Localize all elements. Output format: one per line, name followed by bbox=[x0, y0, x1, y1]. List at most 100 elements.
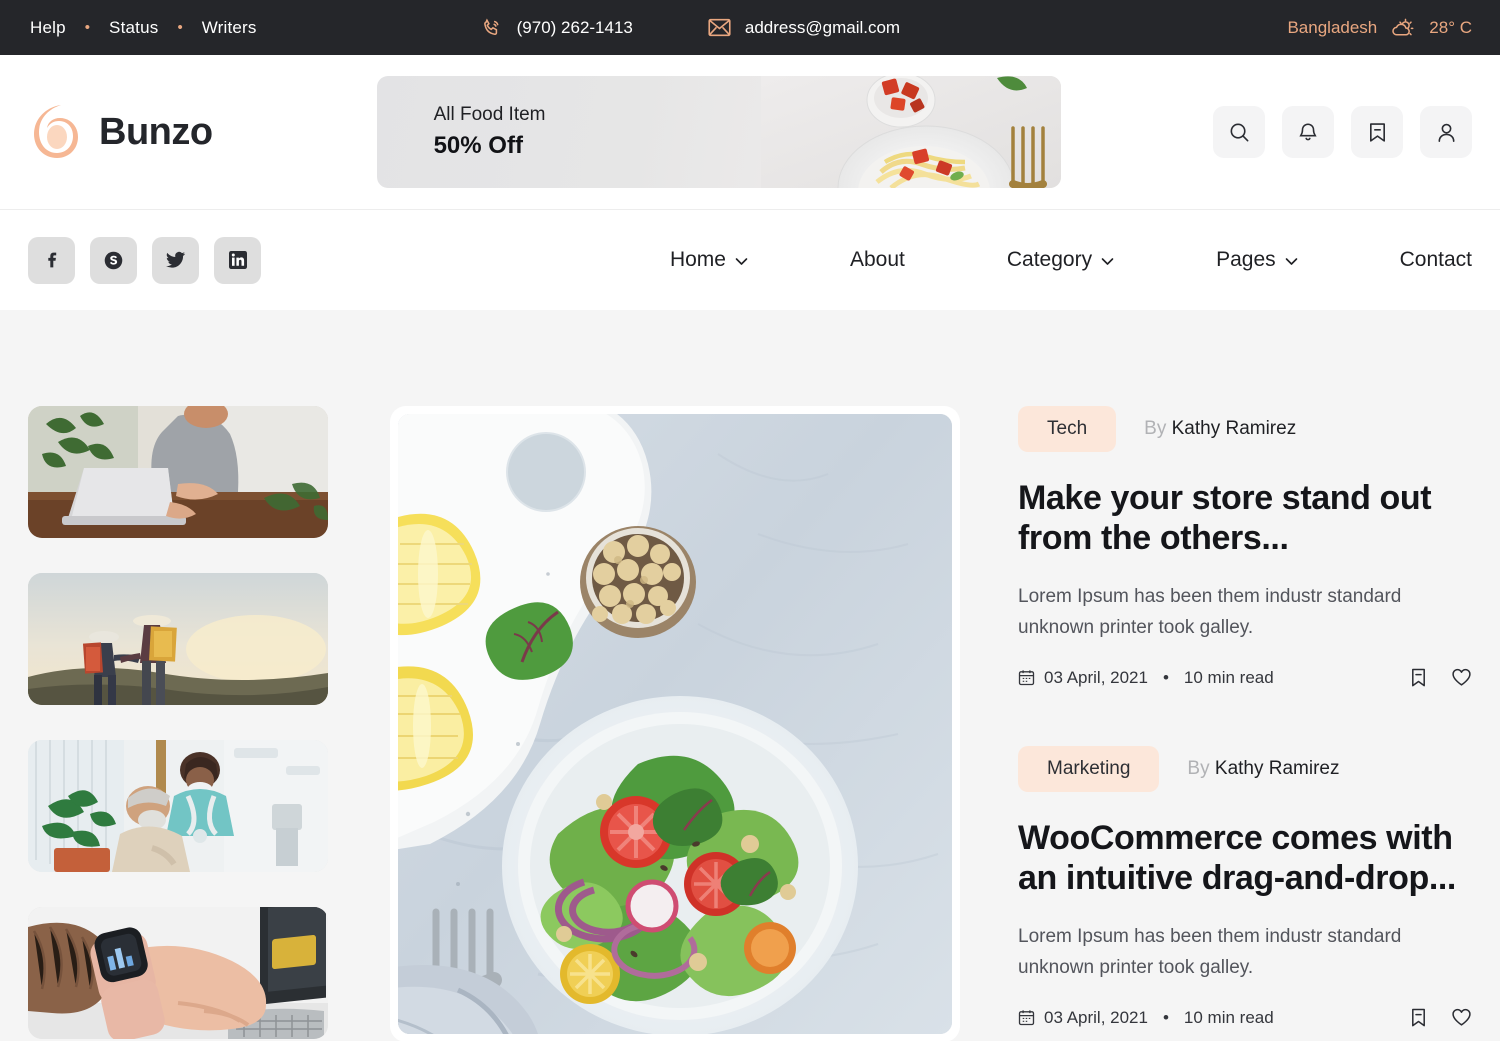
post-excerpt: Lorem Ipsum has been them industr standa… bbox=[1018, 926, 1402, 978]
thumbnail-item-hikers[interactable] bbox=[28, 573, 328, 705]
bunzo-b-logo bbox=[28, 101, 88, 163]
post-date: 03 April, 2021 bbox=[1044, 1007, 1148, 1027]
post-footer-actions bbox=[1409, 667, 1472, 688]
sun-cloud-icon bbox=[1390, 16, 1416, 40]
post-footer-actions bbox=[1409, 1007, 1472, 1028]
heart-icon[interactable] bbox=[1451, 1007, 1472, 1028]
promo-banner[interactable]: All Food Item 50% Off bbox=[376, 76, 1061, 188]
post-date: 03 April, 2021 bbox=[1044, 667, 1148, 687]
post-meta-top: Tech By Kathy Ramirez bbox=[1018, 406, 1472, 452]
nav-menu: Home About Category Pages Contact bbox=[619, 248, 1472, 272]
weather-temperature: 28° C bbox=[1429, 17, 1472, 37]
thumbnail-item-smartwatch[interactable] bbox=[28, 907, 328, 1039]
calendar-icon bbox=[1018, 1009, 1035, 1026]
email-address: address@gmail.com bbox=[744, 17, 901, 37]
social-facebook[interactable] bbox=[28, 236, 75, 284]
post-category-tag[interactable]: Tech bbox=[1018, 406, 1117, 452]
weather-country: Bangladesh bbox=[1287, 17, 1378, 37]
phone-number: (970) 262-1413 bbox=[516, 17, 633, 37]
nav-label: Category bbox=[1006, 248, 1093, 271]
brand-logo[interactable]: Bunzo bbox=[28, 101, 213, 163]
post-byline: By Kathy Ramirez bbox=[1144, 418, 1296, 440]
heart-icon[interactable] bbox=[1451, 667, 1472, 688]
search-icon bbox=[1228, 121, 1251, 144]
post-read-time: 10 min read bbox=[1183, 1007, 1274, 1027]
search-button[interactable] bbox=[1213, 106, 1265, 158]
post-category-tag[interactable]: Marketing bbox=[1018, 746, 1160, 792]
post-byline: By Kathy Ramirez bbox=[1187, 758, 1339, 780]
main-navbar: Home About Category Pages Contact bbox=[0, 210, 1500, 310]
social-skype[interactable] bbox=[90, 236, 137, 284]
header-actions bbox=[1213, 106, 1472, 158]
promo-text: All Food Item 50% Off bbox=[434, 104, 546, 160]
nav-label: Home bbox=[669, 248, 726, 271]
topbar-contacts: (970) 262-1413 address@gmail.com bbox=[481, 17, 900, 39]
nav-item-contact[interactable]: Contact bbox=[1349, 248, 1472, 272]
post-author[interactable]: Kathy Ramirez bbox=[1172, 418, 1297, 439]
nav-item-about[interactable]: About bbox=[799, 248, 956, 272]
topbar-separator: • bbox=[84, 19, 91, 36]
brand-name: Bunzo bbox=[99, 110, 213, 153]
post-footer: 03 April, 2021 • 10 min read bbox=[1018, 1007, 1472, 1028]
bell-icon bbox=[1297, 121, 1319, 144]
top-utility-bar: Help • Status • Writers (970) 262-1413 a… bbox=[0, 0, 1500, 55]
account-button[interactable] bbox=[1420, 106, 1472, 158]
skype-icon bbox=[103, 250, 124, 271]
thumbnail-item-healthcare[interactable] bbox=[28, 740, 328, 872]
email-contact[interactable]: address@gmail.com bbox=[708, 18, 900, 38]
post-footer: 03 April, 2021 • 10 min read bbox=[1018, 667, 1472, 688]
feature-column bbox=[390, 406, 960, 1041]
site-header: Bunzo All Food Item 50% Off bbox=[0, 55, 1500, 210]
thumbnail-list bbox=[28, 406, 328, 1041]
phone-call-icon bbox=[481, 17, 503, 39]
nav-item-home[interactable]: Home bbox=[619, 248, 799, 272]
phone-contact[interactable]: (970) 262-1413 bbox=[481, 17, 633, 39]
bookmarks-button[interactable] bbox=[1351, 106, 1403, 158]
topbar-link-writers[interactable]: Writers bbox=[200, 18, 259, 38]
nav-item-pages[interactable]: Pages bbox=[1165, 248, 1349, 272]
byline-prefix: By bbox=[1187, 758, 1210, 779]
twitter-icon bbox=[165, 251, 186, 269]
chevron-down-icon bbox=[1101, 248, 1114, 272]
topbar-link-help[interactable]: Help bbox=[28, 18, 68, 38]
envelope-icon bbox=[708, 18, 731, 37]
post-meta-separator: • bbox=[1162, 1007, 1169, 1027]
promo-food-image bbox=[760, 76, 1061, 188]
facebook-icon bbox=[42, 250, 62, 270]
user-icon bbox=[1435, 121, 1458, 144]
post-author[interactable]: Kathy Ramirez bbox=[1215, 758, 1340, 779]
promo-line-1: All Food Item bbox=[433, 104, 546, 125]
post-list: Tech By Kathy Ramirez Make your store st… bbox=[1018, 406, 1472, 1041]
topbar-link-status[interactable]: Status bbox=[107, 18, 160, 38]
social-linkedin[interactable] bbox=[214, 236, 261, 284]
social-links bbox=[28, 236, 261, 284]
post-item: Tech By Kathy Ramirez Make your store st… bbox=[1018, 406, 1472, 688]
promo-line-2: 50% Off bbox=[433, 132, 523, 159]
nav-label: About bbox=[849, 248, 905, 271]
post-meta-separator: • bbox=[1162, 667, 1169, 687]
nav-label: Contact bbox=[1399, 248, 1472, 271]
bookmark-icon[interactable] bbox=[1409, 667, 1428, 688]
social-twitter[interactable] bbox=[152, 236, 199, 284]
post-meta-top: Marketing By Kathy Ramirez bbox=[1018, 746, 1472, 792]
main-content: Tech By Kathy Ramirez Make your store st… bbox=[0, 310, 1500, 1041]
feature-image-salad bbox=[398, 414, 952, 1034]
topbar-weather: Bangladesh 28° C bbox=[1287, 16, 1472, 40]
post-excerpt: Lorem Ipsum has been them industr standa… bbox=[1018, 586, 1402, 638]
post-footer-left: 03 April, 2021 • 10 min read bbox=[1018, 1008, 1274, 1028]
post-title[interactable]: Make your store stand out from the other… bbox=[1018, 478, 1472, 558]
thumbnail-item-laptop[interactable] bbox=[28, 406, 328, 538]
nav-label: Pages bbox=[1216, 248, 1276, 271]
post-footer-left: 03 April, 2021 • 10 min read bbox=[1018, 668, 1274, 688]
calendar-icon bbox=[1018, 669, 1035, 686]
feature-card[interactable] bbox=[390, 406, 960, 1041]
chevron-down-icon bbox=[735, 248, 748, 272]
linkedin-icon bbox=[228, 250, 248, 270]
post-item: Marketing By Kathy Ramirez WooCommerce c… bbox=[1018, 746, 1472, 1028]
bookmark-icon[interactable] bbox=[1409, 1007, 1428, 1028]
chevron-down-icon bbox=[1285, 248, 1298, 272]
nav-item-category[interactable]: Category bbox=[956, 248, 1165, 272]
byline-prefix: By bbox=[1144, 418, 1167, 439]
post-title[interactable]: WooCommerce comes with an intuitive drag… bbox=[1018, 818, 1472, 898]
notifications-button[interactable] bbox=[1282, 106, 1334, 158]
